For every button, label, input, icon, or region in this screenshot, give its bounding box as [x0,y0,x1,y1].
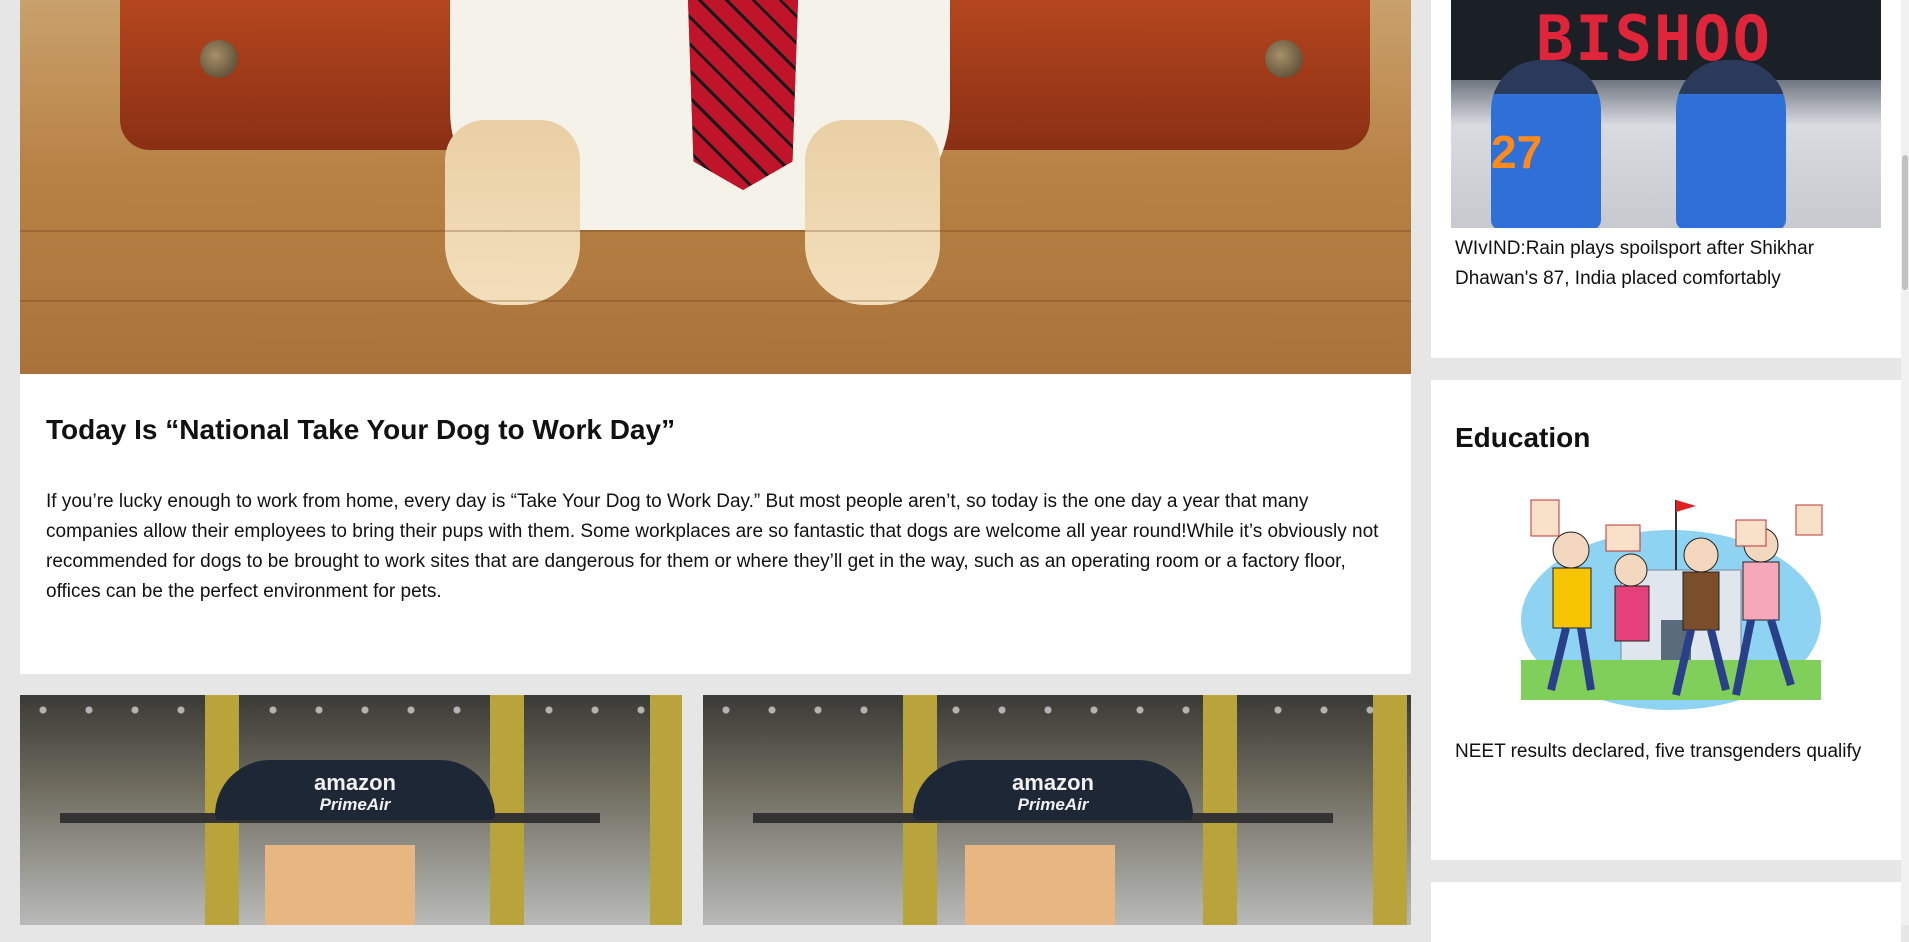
featured-article-image[interactable] [20,0,1411,374]
drone-article-image[interactable]: amazon PrimeAir [20,695,682,925]
drone-brand-text: amazon [1012,770,1094,795]
floor-line [20,230,1411,232]
education-headline-link[interactable]: NEET results declared, five transgenders… [1455,737,1865,767]
scrollbar-thumb[interactable] [1902,155,1908,290]
warehouse-pillar [1203,695,1237,925]
section-heading: Education [1455,422,1591,453]
education-illustration[interactable] [1511,490,1831,730]
warehouse-pillar [650,695,682,925]
sports-headline-link[interactable]: WIvIND:Rain plays spoilsport after Shikh… [1455,234,1865,294]
drone-brand-subtext: PrimeAir [1017,795,1089,814]
cricket-player [1676,60,1786,228]
sidebar-education-card: Education NEET results declared, five tr… [1431,380,1901,860]
sidebar-next-card [1431,882,1901,942]
dog-paw [445,120,580,305]
dog-paw [805,120,940,305]
drone-package [965,845,1115,925]
drone-body: amazon PrimeAir [913,760,1193,820]
ceiling-lights [20,695,682,735]
floor-line [20,300,1411,302]
drone-brand-subtext: PrimeAir [319,795,391,814]
ceiling-lights [703,695,1411,735]
article-title[interactable]: Today Is “National Take Your Dog to Work… [46,414,675,446]
article-body: If you’re lucky enough to work from home… [46,491,1379,602]
drone-brand-text: amazon [314,770,396,795]
warehouse-pillar [1373,695,1407,925]
drone-package [265,845,415,925]
page-scrollbar[interactable] [1901,0,1909,925]
sofa-button [200,40,238,78]
sidebar-sports-card: BISHOO 27 WIvIND:Rain plays spoilsport a… [1431,0,1901,358]
dog-tie [688,0,798,190]
featured-article-card: Today Is “National Take Your Dog to Work… [20,374,1411,674]
sofa-button [1265,40,1303,78]
drone-article-image[interactable]: amazon PrimeAir [703,695,1411,925]
cricket-image[interactable]: BISHOO 27 [1451,0,1881,228]
jersey-number: 27 [1491,126,1543,178]
warehouse-pillar [490,695,524,925]
drone-body: amazon PrimeAir [215,760,495,820]
